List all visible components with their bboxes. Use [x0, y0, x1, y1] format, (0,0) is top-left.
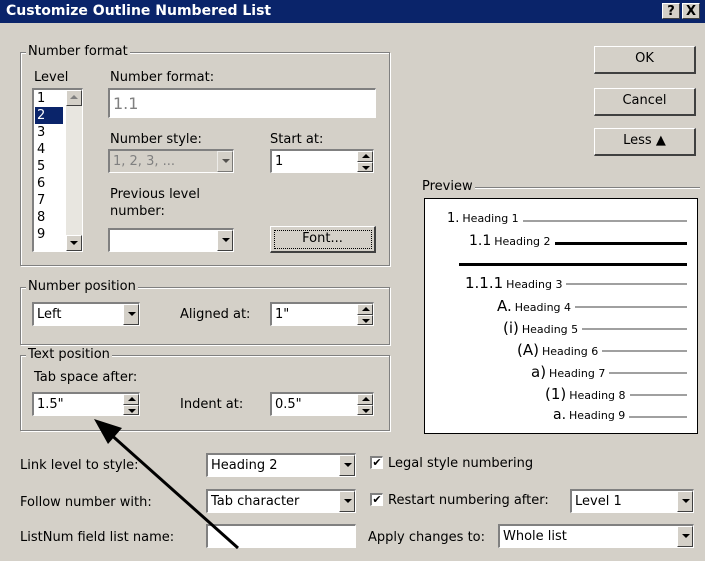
annotation-arrow-icon	[94, 419, 239, 550]
customize-outline-dialog: Customize Outline Numbered List ? X Numb…	[0, 0, 705, 561]
